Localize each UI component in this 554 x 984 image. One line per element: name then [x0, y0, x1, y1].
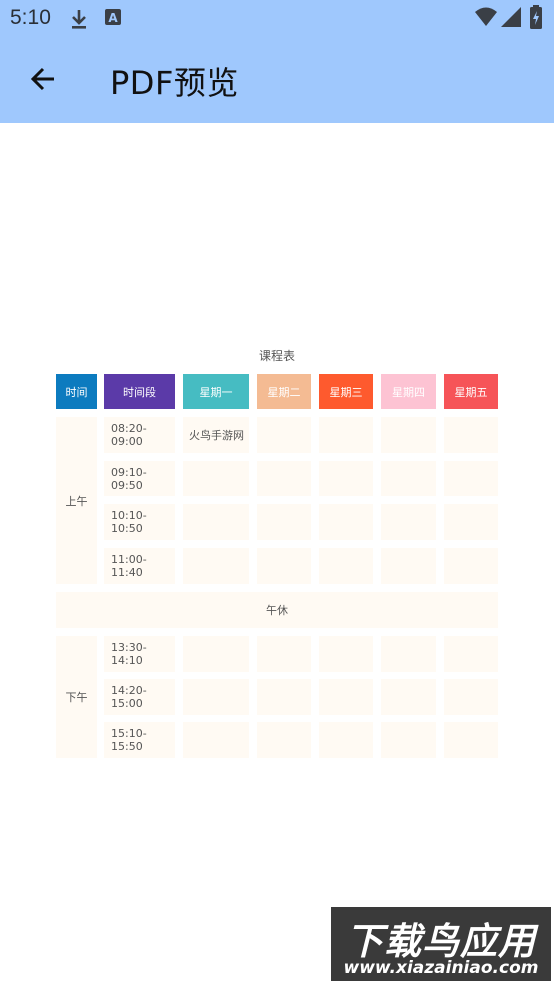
table-cell: 14:20-15:00 [104, 679, 175, 715]
header-thursday: 星期四 [381, 374, 436, 409]
wifi-icon [474, 6, 498, 32]
time-slot: 08:20-09:00 [111, 422, 147, 448]
morning-cell: 上午 [56, 417, 97, 584]
svg-text:A: A [108, 11, 118, 25]
header-monday: 星期一 [183, 374, 249, 409]
table-cell [381, 417, 436, 453]
table-cell: 11:00-11:40 [104, 548, 175, 584]
table-cell [319, 417, 373, 453]
afternoon-cell: 下午 [56, 636, 97, 758]
time-slot: 15:10-15:50 [111, 727, 147, 753]
table-cell [257, 679, 311, 715]
signal-icon [500, 6, 522, 32]
table-cell [444, 461, 498, 496]
lunch-label: 午休 [266, 604, 288, 617]
table-cell: 09:10-09:50 [104, 461, 175, 496]
table-cell: 08:20-09:00 [104, 417, 175, 453]
table-cell [319, 504, 373, 540]
table-cell [257, 548, 311, 584]
time-slot: 09:10-09:50 [111, 465, 147, 492]
table-cell [444, 417, 498, 453]
table-cell [444, 636, 498, 672]
table-cell [319, 548, 373, 584]
afternoon-label: 下午 [65, 691, 88, 704]
back-button[interactable] [22, 58, 64, 100]
time-slot: 14:20-15:00 [111, 684, 147, 710]
table-cell: 13:30-14:10 [104, 636, 175, 672]
header-tuesday: 星期二 [257, 374, 311, 409]
morning-label: 上午 [65, 494, 88, 508]
table-cell [183, 722, 249, 758]
battery-icon [528, 4, 544, 34]
table-cell [381, 722, 436, 758]
table-cell [444, 548, 498, 584]
table-cell [183, 504, 249, 540]
table-cell [319, 636, 373, 672]
a-badge-icon: A [104, 8, 122, 32]
table-cell [381, 679, 436, 715]
time-slot: 10:10-10:50 [111, 509, 147, 535]
pdf-preview[interactable]: 课程表 时间 时间段 星期一 星期二 星期三 星期四 星期五 上午 08:20-… [0, 123, 554, 984]
download-icon [68, 8, 90, 34]
table-cell [444, 679, 498, 715]
table-cell [319, 461, 373, 496]
table-title: 课程表 [258, 349, 295, 363]
table-cell [319, 679, 373, 715]
table-cell: 15:10-15:50 [104, 722, 175, 758]
table-cell: 10:10-10:50 [104, 504, 175, 540]
header-friday: 星期五 [444, 374, 498, 409]
header-time: 时间 [56, 374, 97, 409]
course-text: 火鸟手游网 [189, 429, 244, 442]
status-bar: 5:10 A [0, 0, 554, 38]
watermark-url: www.xiazainiao.com [343, 958, 539, 978]
header-slot: 时间段 [104, 374, 175, 409]
watermark-title: 下载鸟应用 [346, 920, 536, 963]
table-cell [257, 504, 311, 540]
table-cell: 火鸟手游网 [183, 417, 249, 453]
table-cell [257, 461, 311, 496]
app-bar: 5:10 A PDF预览 [0, 0, 554, 123]
table-cell [257, 417, 311, 453]
lunch-row: 午休 [56, 592, 498, 628]
time-slot: 11:00-11:40 [111, 553, 147, 579]
header-wednesday: 星期三 [319, 374, 373, 409]
arrow-left-icon [30, 67, 54, 91]
table-cell [319, 722, 373, 758]
table-cell [444, 504, 498, 540]
table-cell [183, 461, 249, 496]
table-cell [183, 548, 249, 584]
table-cell [381, 548, 436, 584]
status-time: 5:10 [10, 6, 51, 29]
table-cell [183, 636, 249, 672]
watermark-logo: 下载鸟应用 www.xiazainiao.com [331, 907, 551, 981]
page-title: PDF预览 [110, 64, 239, 102]
table-cell [381, 636, 436, 672]
time-slot: 13:30-14:10 [111, 641, 147, 667]
table-cell [381, 461, 436, 496]
table-cell [257, 636, 311, 672]
table-cell [183, 679, 249, 715]
table-cell [381, 504, 436, 540]
table-cell [444, 722, 498, 758]
table-cell [257, 722, 311, 758]
